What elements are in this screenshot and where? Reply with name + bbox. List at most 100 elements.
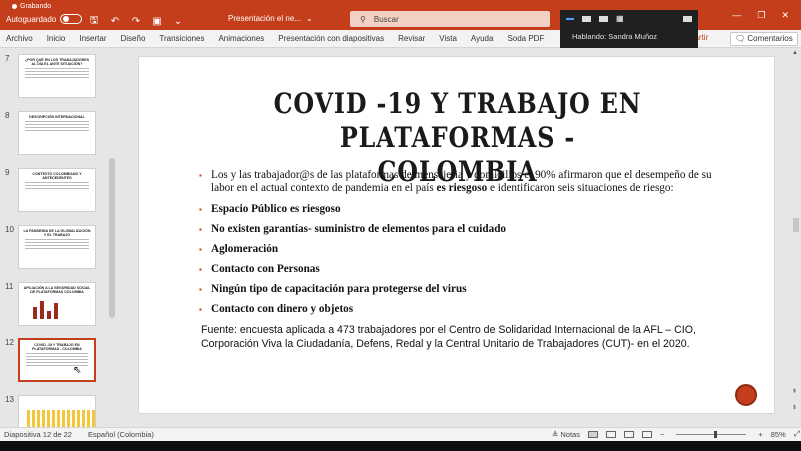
risk-text: Aglomeración <box>211 243 279 255</box>
screen-share-toolbar: ▦ Hablando: Sandra Muñoz <box>560 10 698 48</box>
ribbon-tabs: Archivo Inicio Insertar Diseño Transicio… <box>6 34 558 43</box>
status-bar: Diapositiva 12 de 22 Español (Colombia) … <box>0 427 801 441</box>
maximize-button[interactable]: ❐ <box>757 10 765 21</box>
language-indicator[interactable]: Español (Colombia) <box>88 430 154 439</box>
slide-body[interactable]: ▪ Los y las trabajador@s de las platafor… <box>199 169 719 351</box>
chevron-down-icon: ⌄ <box>305 14 313 23</box>
slide-sorter-icon[interactable] <box>605 430 616 438</box>
thumbnail-title: ¿POR QUÉ EN LOS TRABAJADORES AL DÍA EL A… <box>24 58 90 66</box>
slide-thumbnail[interactable]: AFILIACIÓN A LA SEGURIDAD SOCIAL DE PLAT… <box>18 282 96 326</box>
risk-bullet: ▪ Contacto con Personas <box>199 263 719 276</box>
status-right: ≜ Notas − + 85% ⤢ <box>552 429 800 439</box>
slide-title-line1: COVID -19 Y TRABAJO EN PLATAFORMAS - <box>273 87 642 154</box>
recording-label: Grabando <box>20 3 52 10</box>
slide-thumbnail[interactable] <box>18 395 96 427</box>
zoom-slider[interactable] <box>676 430 747 438</box>
slide-canvas[interactable]: COVID -19 Y TRABAJO EN PLATAFORMAS - COL… <box>138 56 775 414</box>
intro-part2: e identificaron seis situaciones de ries… <box>487 182 674 194</box>
tab-revisar[interactable]: Revisar <box>398 34 425 43</box>
risk-bullet: ▪ Ningún tipo de capacitación para prote… <box>199 283 719 296</box>
decorative-circle <box>735 384 757 406</box>
intro-text: Los y las trabajador@s de las plataforma… <box>211 169 719 195</box>
comments-button[interactable]: 🗨 Comentarios <box>730 32 798 46</box>
minimize-button[interactable]: — <box>732 10 741 21</box>
thumbnails-scrollbar[interactable] <box>108 50 116 426</box>
thumbnail-title: DESCRIPCIÓN INTERNACIONAL <box>29 115 85 119</box>
slide-thumbnail[interactable]: LA PANDEMIA DE LA GLOBALIZACIÓN Y EL TRA… <box>18 225 96 269</box>
tab-animaciones[interactable]: Animaciones <box>218 34 264 43</box>
thumbnail-title: AFILIACIÓN A LA SEGURIDAD SOCIAL DE PLAT… <box>23 286 91 294</box>
bullet-icon: ▪ <box>199 225 202 234</box>
thumbnail-chart <box>33 301 58 319</box>
participants-icon[interactable] <box>683 15 692 22</box>
zoom-out-icon[interactable]: − <box>660 430 664 439</box>
normal-view-icon[interactable] <box>587 430 598 438</box>
scrollbar-thumb[interactable] <box>793 218 799 232</box>
zoom-in-icon[interactable]: + <box>758 430 762 439</box>
tab-inicio[interactable]: Inicio <box>47 34 66 43</box>
notes-label: Notas <box>560 429 580 439</box>
editor-scrollbar[interactable]: ▲ ⇞ ⇟ <box>791 48 801 427</box>
tab-diseno[interactable]: Diseño <box>121 34 146 43</box>
mouse-cursor-icon: ⇖ <box>73 365 82 376</box>
thumbnail-number: 10 <box>5 225 14 234</box>
undo-icon[interactable]: ↶ <box>109 16 121 27</box>
reading-view-icon[interactable] <box>623 430 634 438</box>
slide-editor: COVID -19 Y TRABAJO EN PLATAFORMAS - COL… <box>118 48 791 427</box>
slideshow-icon[interactable]: ▣ <box>151 16 163 27</box>
window-controls: — ❐ ✕ <box>732 10 801 21</box>
slide-thumbnail[interactable]: CONTEXTO COLOMBIANO Y ANTECEDENTES <box>18 168 96 212</box>
risk-text: Ningún tipo de capacitación para protege… <box>211 283 467 295</box>
redo-icon[interactable]: ↷ <box>130 16 142 27</box>
grid-icon[interactable]: ▦ <box>616 14 624 23</box>
thumbnail-title: COVID -19 Y TRABAJO EN PLATAFORMAS - COL… <box>32 343 82 351</box>
prev-slide-icon[interactable]: ⇞ <box>792 388 797 395</box>
share-indicator-icon <box>566 17 574 20</box>
risk-text: Contacto con Personas <box>211 263 320 275</box>
recording-indicator: Grabando <box>12 3 51 10</box>
tab-soda-pdf[interactable]: Soda PDF <box>507 34 544 43</box>
fit-slide-icon[interactable]: ⤢ <box>794 429 800 439</box>
slide-thumbnail[interactable]: ¿POR QUÉ EN LOS TRABAJADORES AL DÍA EL A… <box>18 54 96 98</box>
speaking-indicator: Hablando: Sandra Muñoz <box>572 32 658 41</box>
tab-insertar[interactable]: Insertar <box>79 34 106 43</box>
comment-icon: 🗨 <box>735 34 746 43</box>
notes-icon: ≜ <box>552 429 559 439</box>
tab-transiciones[interactable]: Transiciones <box>159 34 204 43</box>
tab-vista[interactable]: Vista <box>439 34 457 43</box>
slideshow-view-icon[interactable] <box>641 430 652 438</box>
save-icon[interactable]: 🖫 <box>88 13 100 30</box>
risk-text: Contacto con dinero y objetos <box>211 303 354 315</box>
slide-counter: Diapositiva 12 de 22 <box>4 430 72 439</box>
bullet-icon: ▪ <box>199 285 202 294</box>
thumbnail-title: LA PANDEMIA DE LA GLOBALIZACIÓN Y EL TRA… <box>23 229 91 237</box>
autosave-toggle[interactable] <box>60 14 83 24</box>
thumbnail-number: 12 <box>5 338 14 347</box>
next-slide-icon[interactable]: ⇟ <box>792 404 797 411</box>
search-box[interactable]: ⚲ Buscar <box>350 11 550 27</box>
pause-share-icon[interactable] <box>582 15 591 22</box>
slide-thumbnails-panel: 7 ¿POR QUÉ EN LOS TRABAJADORES AL DÍA EL… <box>0 48 118 427</box>
search-placeholder: Buscar <box>373 14 399 24</box>
tab-ayuda[interactable]: Ayuda <box>471 34 494 43</box>
document-title[interactable]: Presentación el ne... ⌄ <box>228 14 313 23</box>
zoom-level[interactable]: 85% <box>771 430 786 439</box>
scroll-up-icon[interactable]: ▲ <box>792 50 798 56</box>
bullet-icon: ▪ <box>199 305 202 314</box>
notes-button[interactable]: ≜ Notas <box>552 430 580 439</box>
status-left: Diapositiva 12 de 22 Español (Colombia) <box>4 430 154 439</box>
source-text: Fuente: encuesta aplicada a 473 trabajad… <box>201 324 696 350</box>
slide-thumbnail-active[interactable]: COVID -19 Y TRABAJO EN PLATAFORMAS - COL… <box>18 338 96 382</box>
slide-thumbnail[interactable]: DESCRIPCIÓN INTERNACIONAL <box>18 111 96 155</box>
customize-qat-icon[interactable]: ⌄ <box>172 16 184 27</box>
tab-presentacion[interactable]: Presentación con diapositivas <box>278 34 384 43</box>
quick-access-toolbar: 🖫 ↶ ↷ ▣ ⌄ <box>88 13 184 30</box>
risk-bullet: ▪ Espacio Público es riesgoso <box>199 203 719 216</box>
intro-bullet: ▪ Los y las trabajador@s de las platafor… <box>199 169 719 195</box>
scrollbar-thumb[interactable] <box>109 158 115 318</box>
taskbar-edge <box>0 441 801 451</box>
tab-archivo[interactable]: Archivo <box>6 34 33 43</box>
close-button[interactable]: ✕ <box>781 10 789 21</box>
stop-share-icon[interactable] <box>599 15 608 22</box>
risk-bullet: ▪ No existen garantías- suministro de el… <box>199 223 719 236</box>
